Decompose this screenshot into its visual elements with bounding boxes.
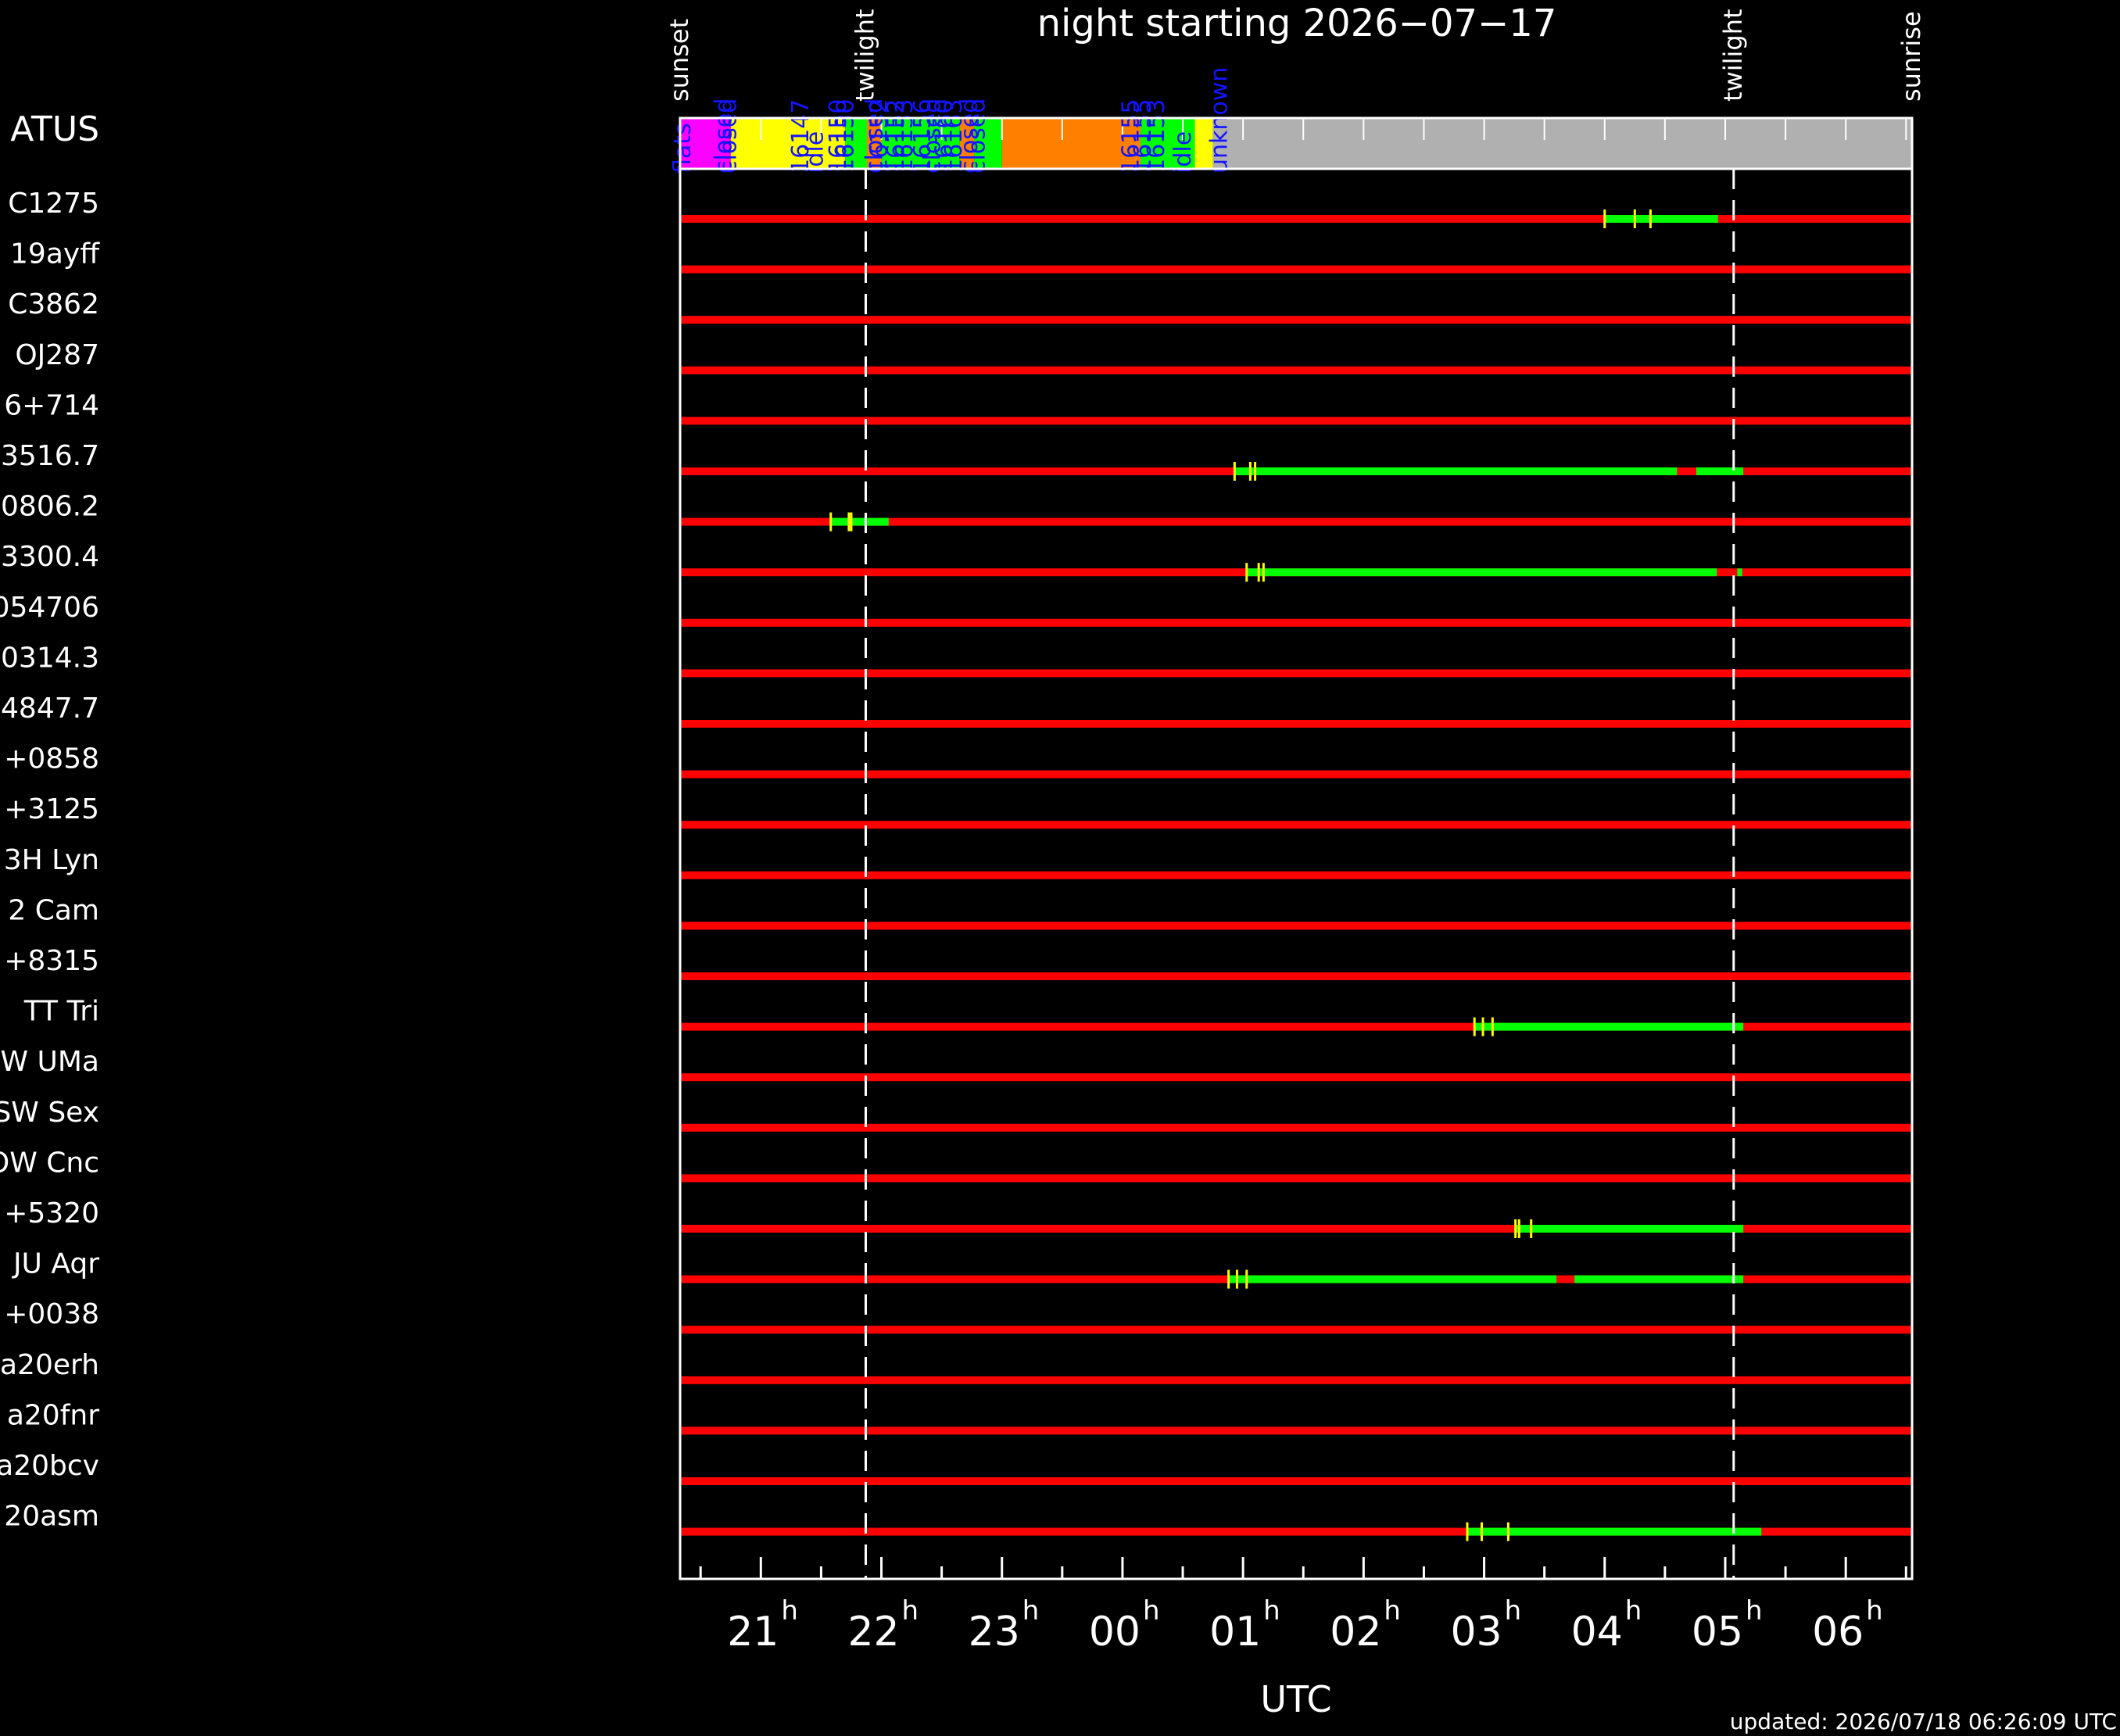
marker-label-2: twilight — [1718, 9, 1748, 102]
x-tick-label-3: 00 — [1089, 1609, 1141, 1655]
x-tick-label-1: 22 — [847, 1609, 899, 1655]
x-tick-sup-8: h — [1746, 1595, 1763, 1627]
night-plot: night starting 2026−07−17 ATUS flats clos… — [0, 2, 2117, 1734]
x-tick-sup-9: h — [1866, 1595, 1883, 1627]
row-label-4: 6+714 — [4, 389, 99, 421]
x-tick-sup-7: h — [1625, 1595, 1642, 1627]
row-label-0: C1275 — [8, 188, 99, 220]
row-bar-23 — [680, 1376, 1912, 1384]
status-label-2: closed — [715, 98, 743, 174]
row-7-observable-0 — [1246, 568, 1717, 577]
status-label-0: flats — [669, 123, 697, 174]
status-row-label: ATUS — [10, 109, 99, 149]
row-label-8: 054706 — [0, 592, 99, 624]
x-tick-sup-5: h — [1384, 1595, 1401, 1627]
row-label-15: +8315 — [4, 945, 99, 977]
row-label-25: a20bcv — [0, 1450, 99, 1482]
row-21-observable-0 — [1228, 1275, 1557, 1283]
target-labels: C1275 19ayff C3862 OJ287 6+714 3516.7 0806.2 33… — [0, 188, 100, 1533]
row-label-14: 2 Cam — [8, 894, 99, 926]
x-tick-label-4: 01 — [1209, 1609, 1261, 1655]
status-label-21: unknown — [1205, 67, 1233, 174]
row-5-observable-1 — [1696, 467, 1744, 475]
x-tick-sup-4: h — [1263, 1595, 1280, 1627]
row-bar-10 — [680, 720, 1912, 728]
marker-label-1: twilight — [850, 9, 879, 102]
row-label-16: TT Tri — [23, 996, 99, 1028]
x-tick-label-5: 02 — [1330, 1609, 1381, 1655]
row-label-9: 0314.3 — [1, 642, 99, 674]
row-20-observable-0 — [1515, 1225, 1744, 1233]
row-label-21: JU Aqr — [12, 1248, 99, 1280]
twilight-markers: sunset twilight twilight sunrise — [664, 9, 1926, 1579]
row-7-observable-1 — [1737, 568, 1742, 577]
x-tick-label-0: 21 — [727, 1609, 779, 1655]
x-tick-sup-2: h — [1022, 1595, 1040, 1627]
row-bar-15 — [680, 972, 1912, 980]
row-0-observable-0 — [1604, 215, 1718, 223]
row-16-observable-0 — [1474, 1022, 1744, 1031]
row-label-26: 20asm — [4, 1501, 99, 1533]
x-tick-label-6: 03 — [1450, 1609, 1502, 1655]
status-segment-12 — [1212, 118, 1912, 169]
x-tick-sup-1: h — [902, 1595, 919, 1627]
updated-timestamp: updated: 2026/07/18 06:26:09 UTC — [1730, 1709, 2117, 1734]
row-label-19: OW Cnc — [0, 1147, 99, 1179]
status-label-19: 16153 — [1143, 99, 1170, 174]
row-21-observable-1 — [1574, 1275, 1744, 1283]
x-tick-sup-3: h — [1143, 1595, 1160, 1627]
row-label-18: SW Sex — [0, 1097, 99, 1129]
x-tick-sup-0: h — [781, 1595, 798, 1627]
row-label-23: a20erh — [0, 1349, 99, 1381]
row-label-5: 3516.7 — [1, 440, 99, 472]
x-tick-label-8: 05 — [1692, 1609, 1743, 1655]
row-label-11: +0858 — [4, 743, 99, 775]
row-label-22: +0038 — [4, 1298, 99, 1330]
marker-label-3: sunrise — [1896, 11, 1926, 102]
x-tick-label-7: 04 — [1571, 1609, 1623, 1655]
row-label-2: C3862 — [8, 288, 99, 320]
chart-title: night starting 2026−07−17 — [1037, 2, 1557, 45]
row-label-20: +5320 — [4, 1197, 99, 1230]
row-26-observable-0 — [1466, 1527, 1762, 1536]
x-tick-sup-6: h — [1505, 1595, 1522, 1627]
x-tick-label-9: 06 — [1812, 1609, 1864, 1655]
row-label-3: OJ287 — [15, 339, 99, 371]
status-label-16: closed — [963, 98, 990, 174]
row-label-12: +3125 — [4, 793, 99, 825]
row-label-13: 3H Lyn — [4, 844, 99, 876]
row-label-6: 0806.2 — [1, 491, 99, 523]
status-label-20: idle — [1169, 131, 1197, 174]
x-axis: 21 h 22 h 23 h 00 h 01 h 02 h 03 h 04 h 05 h 06 h — [699, 1557, 1907, 1655]
status-label-6: 16150 — [832, 99, 859, 174]
x-tick-label-2: 23 — [969, 1609, 1020, 1655]
row-label-24: a20fnr — [7, 1399, 99, 1431]
row-6-observable-0 — [830, 517, 889, 526]
row-bar-2 — [680, 316, 1912, 324]
row-label-17: W UMa — [0, 1046, 99, 1078]
marker-label-0: sunset — [664, 19, 694, 102]
row-label-1: 19ayff — [10, 238, 100, 270]
row-5-observable-0 — [1234, 467, 1678, 475]
x-axis-label: UTC — [1260, 1678, 1331, 1720]
row-label-10: 4847.7 — [1, 693, 99, 725]
row-label-7: 3300.4 — [1, 541, 99, 573]
